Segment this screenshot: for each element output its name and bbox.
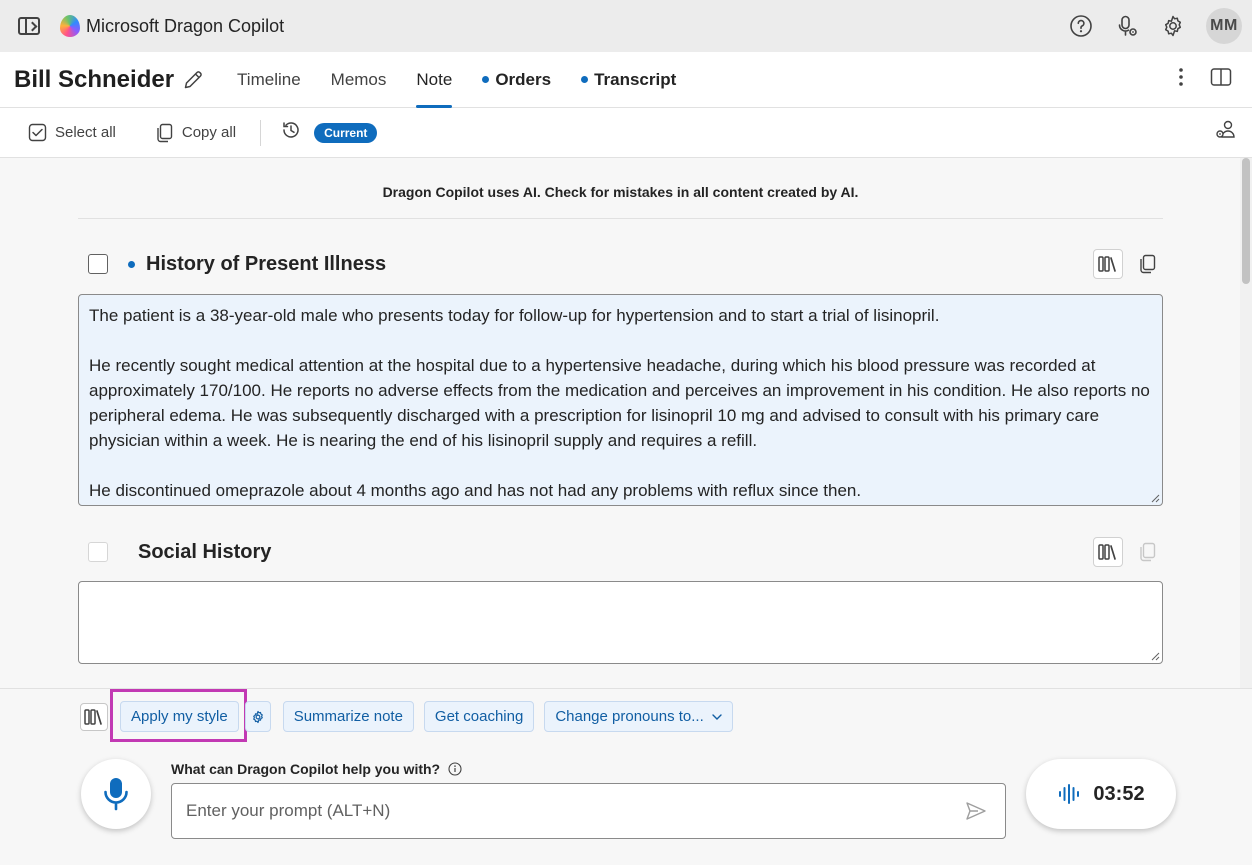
copy-icon bbox=[157, 123, 173, 142]
hpi-paragraph: He recently sought medical attention at … bbox=[89, 356, 1150, 450]
scrollbar-thumb[interactable] bbox=[1242, 158, 1250, 284]
user-avatar[interactable]: MM bbox=[1206, 8, 1242, 44]
more-options-icon[interactable] bbox=[1178, 67, 1184, 92]
tab-label: Orders bbox=[495, 69, 552, 89]
apply-my-style-button[interactable]: Apply my style bbox=[120, 701, 239, 732]
copy-all-label: Copy all bbox=[181, 124, 237, 141]
send-icon[interactable] bbox=[965, 801, 987, 821]
library-button[interactable] bbox=[1093, 537, 1123, 567]
scrollbar[interactable] bbox=[1240, 158, 1252, 688]
social-history-checkbox[interactable] bbox=[88, 542, 108, 562]
dictation-mic-button[interactable] bbox=[81, 759, 151, 829]
copy-all-button[interactable]: Copy all bbox=[156, 123, 236, 143]
update-dot bbox=[581, 76, 589, 83]
sidebar-toggle-icon[interactable] bbox=[18, 17, 40, 35]
copilot-panel: Apply my style Summarize note Get coachi… bbox=[0, 688, 1252, 865]
prompt-input[interactable] bbox=[172, 784, 965, 838]
chip-label: Apply my style bbox=[131, 708, 228, 725]
hpi-section-header: History of Present Illness bbox=[78, 248, 1163, 280]
tab-label: Note bbox=[416, 69, 453, 89]
tab-orders[interactable]: Orders bbox=[467, 52, 566, 108]
select-all-label: Select all bbox=[55, 124, 116, 141]
recording-timer: 03:52 bbox=[1093, 782, 1145, 805]
prompt-label-text: What can Dragon Copilot help you with? bbox=[171, 761, 441, 777]
tab-memos[interactable]: Memos bbox=[316, 52, 402, 108]
help-icon[interactable] bbox=[1068, 13, 1094, 39]
tab-timeline[interactable]: Timeline bbox=[222, 52, 316, 108]
ai-disclaimer: Dragon Copilot uses AI. Check for mistak… bbox=[382, 184, 859, 200]
audio-waveform-icon bbox=[1059, 784, 1080, 804]
split-view-icon[interactable] bbox=[1210, 67, 1232, 92]
dragon-copilot-logo-icon bbox=[60, 15, 80, 37]
social-history-textarea[interactable] bbox=[78, 581, 1163, 664]
version-badge[interactable]: Current bbox=[314, 122, 378, 143]
tab-transcript[interactable]: Transcript bbox=[566, 52, 691, 108]
prompt-label: What can Dragon Copilot help you with? bbox=[171, 761, 462, 777]
chip-label: Summarize note bbox=[293, 708, 403, 725]
tab-label: Memos bbox=[330, 69, 387, 89]
copy-section-button[interactable] bbox=[1135, 251, 1161, 277]
library-icon bbox=[1098, 544, 1116, 560]
library-button[interactable] bbox=[80, 702, 108, 731]
copy-icon bbox=[1140, 254, 1156, 274]
summarize-note-button[interactable]: Summarize note bbox=[282, 701, 414, 732]
section-title: Social History bbox=[138, 540, 272, 563]
library-icon bbox=[1098, 256, 1116, 272]
gear-icon bbox=[252, 710, 263, 723]
history-icon[interactable] bbox=[281, 120, 301, 145]
library-button[interactable] bbox=[1093, 249, 1123, 279]
resize-handle-icon[interactable] bbox=[1151, 494, 1160, 503]
copy-icon bbox=[1140, 542, 1156, 562]
patient-name: Bill Schneider bbox=[14, 65, 175, 93]
hpi-checkbox[interactable] bbox=[88, 254, 108, 274]
note-toolbar: Select all Copy all Current bbox=[0, 108, 1252, 158]
get-coaching-button[interactable]: Get coaching bbox=[423, 701, 535, 732]
recording-timer-button[interactable]: 03:52 bbox=[1026, 759, 1176, 829]
app-title: Microsoft Dragon Copilot bbox=[86, 15, 285, 36]
hpi-paragraph: He discontinued omeprazole about 4 month… bbox=[89, 481, 862, 500]
edit-pencil-icon[interactable] bbox=[182, 69, 204, 91]
note-content: Dragon Copilot uses AI. Check for mistak… bbox=[0, 158, 1240, 688]
chip-label: Change pronouns to... bbox=[555, 708, 704, 725]
change-pronouns-dropdown[interactable]: Change pronouns to... bbox=[544, 701, 733, 732]
select-all-icon bbox=[28, 123, 47, 142]
tab-note[interactable]: Note bbox=[401, 52, 467, 108]
library-icon bbox=[84, 708, 102, 725]
title-bar: Microsoft Dragon Copilot MM bbox=[0, 0, 1252, 52]
hpi-textarea[interactable]: The patient is a 38-year-old male who pr… bbox=[78, 294, 1163, 506]
prompt-input-box bbox=[171, 783, 1006, 839]
note-tabs: Timeline Memos Note Orders Transcript bbox=[222, 52, 691, 108]
style-settings-button[interactable] bbox=[244, 701, 271, 732]
info-icon[interactable] bbox=[448, 762, 462, 776]
divider bbox=[78, 218, 1163, 219]
resize-handle-icon[interactable] bbox=[1151, 652, 1160, 661]
chip-label: Get coaching bbox=[434, 708, 524, 725]
copy-section-button[interactable] bbox=[1135, 539, 1161, 565]
update-dot bbox=[482, 76, 490, 83]
microphone-settings-icon[interactable] bbox=[1114, 13, 1140, 39]
tab-label: Timeline bbox=[237, 69, 301, 89]
social-history-section-header: Social History bbox=[78, 536, 1163, 568]
select-all-button[interactable]: Select all bbox=[28, 123, 116, 142]
hpi-paragraph: The patient is a 38-year-old male who pr… bbox=[89, 306, 940, 325]
patient-header: Bill Schneider Timeline Memos Note Order… bbox=[0, 52, 1252, 108]
update-dot bbox=[128, 260, 135, 268]
tab-label: Transcript bbox=[594, 69, 677, 89]
microphone-icon bbox=[104, 778, 128, 811]
section-title: History of Present Illness bbox=[146, 252, 387, 275]
people-settings-icon[interactable] bbox=[1215, 119, 1237, 146]
chevron-down-icon bbox=[712, 713, 722, 720]
settings-gear-icon[interactable] bbox=[1160, 13, 1186, 39]
toolbar-divider bbox=[260, 119, 262, 146]
